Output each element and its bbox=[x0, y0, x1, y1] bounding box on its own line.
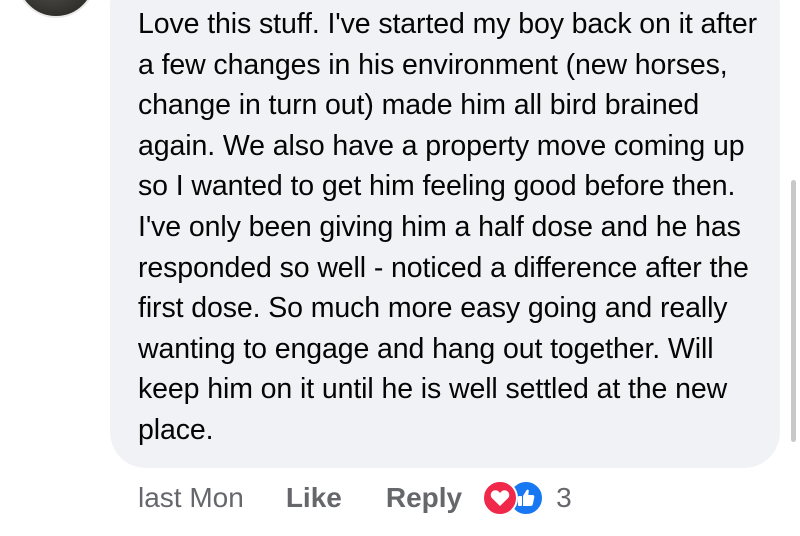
reply-button[interactable]: Reply bbox=[386, 482, 462, 514]
heart-icon bbox=[482, 480, 519, 516]
reactions-summary[interactable]: 3 bbox=[482, 480, 572, 516]
avatar[interactable] bbox=[16, 0, 96, 18]
comment-text: Love this stuff. I've started my boy bac… bbox=[138, 8, 758, 446]
comment-timestamp[interactable]: last Mon bbox=[138, 482, 244, 514]
like-button[interactable]: Like bbox=[286, 482, 342, 514]
comment-actions: last Mon Like Reply 3 bbox=[138, 478, 572, 518]
comment-view: Love this stuff. I've started my boy bac… bbox=[0, 0, 800, 536]
scrollbar[interactable] bbox=[791, 180, 796, 442]
reaction-count: 3 bbox=[556, 482, 572, 513]
